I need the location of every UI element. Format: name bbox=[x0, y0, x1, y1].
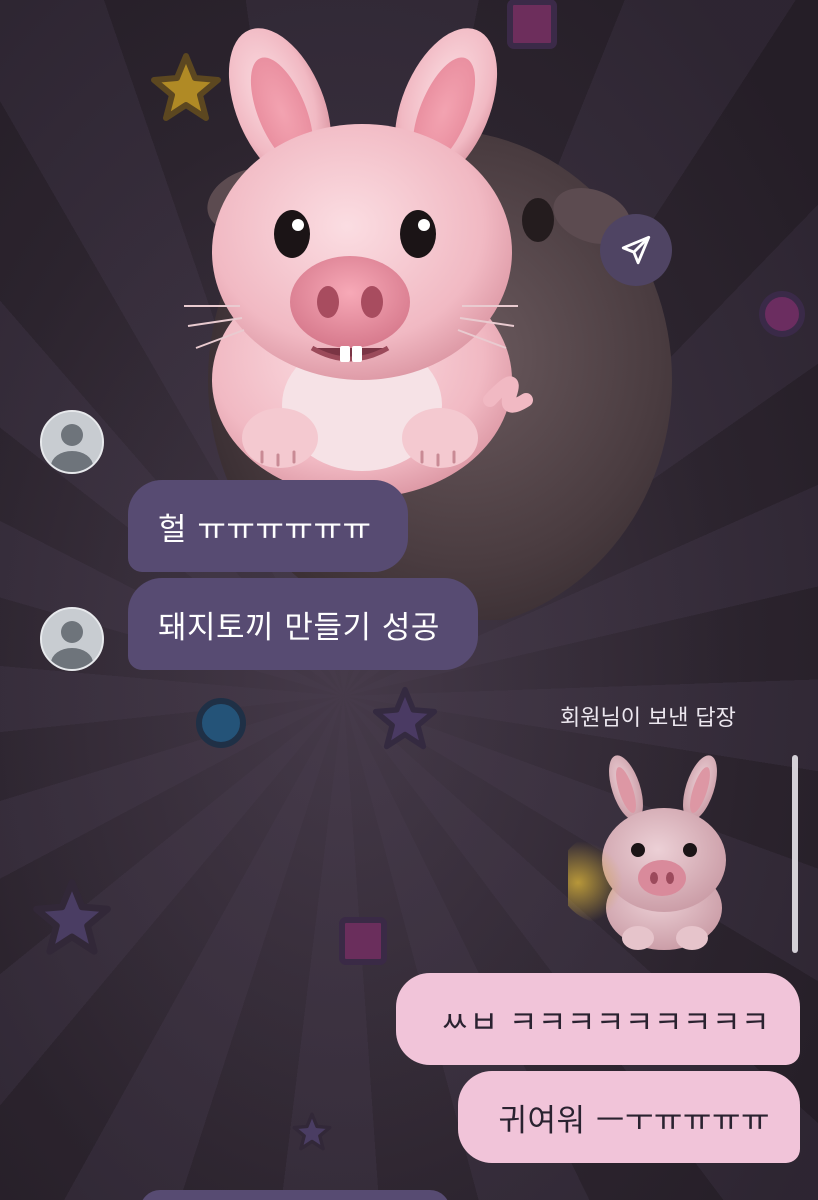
star-decoration bbox=[33, 879, 111, 955]
message-text: 귀여워 ㅡㅜㅠㅠㅠㅠ bbox=[498, 1102, 770, 1139]
send-button[interactable] bbox=[600, 214, 672, 286]
square-decoration bbox=[339, 917, 387, 965]
message-text: ㅆㅂ ㅋㅋㅋㅋㅋㅋㅋㅋㅋ bbox=[440, 1004, 770, 1041]
message-text: 돼지토끼 만들기 성공 bbox=[158, 609, 440, 646]
message-text: 헐 ㅠㅠㅠㅠㅠㅠ bbox=[158, 511, 372, 548]
received-message[interactable]: 헐 ㅠㅠㅠㅠㅠㅠ bbox=[128, 480, 408, 572]
star-decoration bbox=[292, 1112, 332, 1151]
default-avatar-icon bbox=[42, 609, 102, 669]
sender-avatar[interactable] bbox=[40, 410, 104, 474]
replied-sticker-thumbnail[interactable] bbox=[568, 748, 748, 958]
circle-decoration bbox=[759, 291, 805, 337]
star-decoration bbox=[372, 686, 438, 750]
sent-message[interactable]: 귀여워 ㅡㅜㅠㅠㅠㅠ bbox=[458, 1071, 800, 1163]
circle-decoration bbox=[196, 698, 246, 748]
sent-message[interactable]: ㅆㅂ ㅋㅋㅋㅋㅋㅋㅋㅋㅋ bbox=[396, 973, 800, 1065]
sender-avatar[interactable] bbox=[40, 607, 104, 671]
reply-label: 회원님이 보낸 답장 bbox=[560, 706, 736, 731]
scrollbar[interactable] bbox=[792, 755, 798, 953]
default-avatar-icon bbox=[42, 412, 102, 472]
received-message-partial[interactable] bbox=[140, 1190, 450, 1200]
received-message[interactable]: 돼지토끼 만들기 성공 bbox=[128, 578, 478, 670]
send-icon bbox=[621, 235, 651, 265]
chat-screen: 헐 ㅠㅠㅠㅠㅠㅠ 돼지토끼 만들기 성공 회원님이 보낸 답장 ㅆㅂ ㅋㅋㅋㅋㅋ… bbox=[0, 0, 818, 1200]
